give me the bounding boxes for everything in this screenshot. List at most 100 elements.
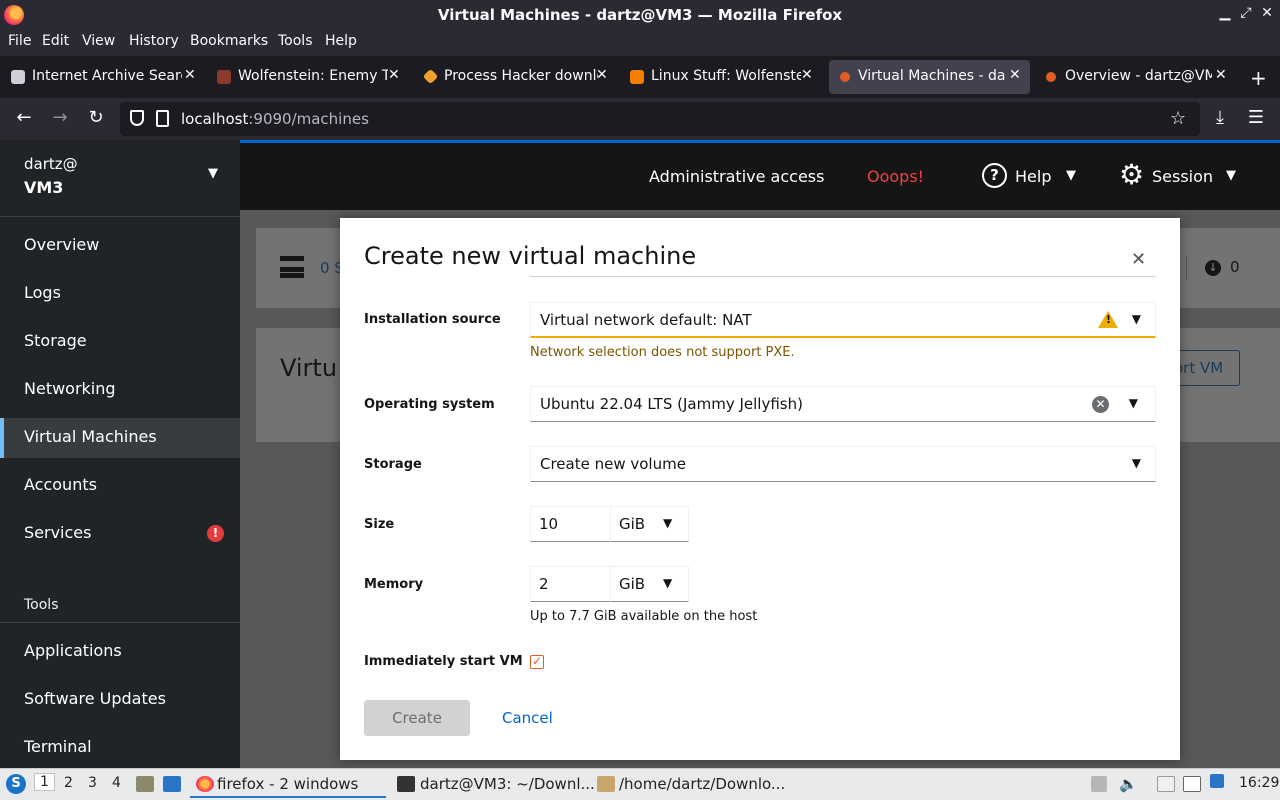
start-menu-icon[interactable]: S xyxy=(6,774,26,794)
close-tab-icon[interactable]: ✕ xyxy=(388,67,400,83)
chevron-down-icon[interactable]: ▼ xyxy=(1226,168,1236,183)
file-manager-icon[interactable] xyxy=(136,776,154,792)
minimize-icon[interactable]: ▁ xyxy=(1216,5,1234,21)
clipboard-icon[interactable] xyxy=(1157,776,1175,792)
session-menu[interactable]: Session xyxy=(1152,167,1213,186)
task-firefox[interactable]: firefox - 2 windows xyxy=(217,775,358,793)
tab-virtual-machines[interactable]: Virtual Machines - dart ✕ xyxy=(829,60,1030,94)
display-icon[interactable] xyxy=(1183,776,1201,792)
ooops-button[interactable]: Ooops! xyxy=(867,167,924,186)
workspace-4[interactable]: 4 xyxy=(112,775,121,791)
help-icon[interactable]: ? xyxy=(982,163,1007,188)
help-menu[interactable]: Help xyxy=(1015,167,1051,186)
chevron-down-icon[interactable]: ▼ xyxy=(1129,396,1138,410)
close-tab-icon[interactable]: ✕ xyxy=(801,67,813,83)
tab-internet-archive[interactable]: Internet Archive Searc ✕ xyxy=(2,60,206,94)
host-user: dartz@ xyxy=(24,155,78,173)
administrative-access-button[interactable]: Administrative access xyxy=(649,167,824,186)
divider xyxy=(1186,256,1187,280)
sidebar-item-networking[interactable]: Networking xyxy=(0,370,240,410)
storage-pool-icon xyxy=(280,256,304,278)
operating-system-value: Ubuntu 22.04 LTS (Jammy Jellyfish) xyxy=(540,395,803,413)
workspace-1[interactable]: 1 xyxy=(34,773,55,791)
restore-icon[interactable]: ⤢ xyxy=(1237,5,1255,21)
sidebar-item-terminal[interactable]: Terminal xyxy=(0,728,240,768)
close-tab-icon[interactable]: ✕ xyxy=(184,67,196,83)
host-name: VM3 xyxy=(24,178,64,197)
firefox-icon xyxy=(196,776,214,792)
operating-system-select[interactable]: Ubuntu 22.04 LTS (Jammy Jellyfish) ✕ ▼ xyxy=(530,386,1156,422)
cancel-button[interactable]: Cancel xyxy=(502,709,553,727)
new-tab-icon[interactable]: + xyxy=(1250,66,1267,90)
menu-tools[interactable]: Tools xyxy=(278,33,313,49)
page-info-icon[interactable] xyxy=(156,110,169,127)
start-vm-checkbox[interactable]: ✓ xyxy=(530,655,544,669)
update-notifier-icon[interactable] xyxy=(1210,774,1224,788)
tab-label: Overview - dartz@VM3 xyxy=(1065,68,1212,84)
tracking-protection-icon[interactable] xyxy=(130,110,144,126)
taskbar: S 1 2 3 4 firefox - 2 windows dartz@VM3:… xyxy=(0,768,1280,800)
memory-unit-select[interactable]: GiB ▼ xyxy=(610,567,689,602)
terminal-icon xyxy=(397,776,415,792)
sidebar-item-label: Logs xyxy=(24,283,61,302)
url-bar[interactable]: localhost:9090/machines ☆ xyxy=(120,102,1200,136)
sidebar-item-label: Terminal xyxy=(24,737,92,756)
sidebar-item-overview[interactable]: Overview xyxy=(0,226,240,266)
tab-label: Virtual Machines - dart xyxy=(858,68,1006,84)
task-file-manager[interactable]: /home/dartz/Downlo... xyxy=(619,775,785,793)
active-task-indicator xyxy=(190,796,386,798)
chevron-down-icon[interactable]: ▼ xyxy=(1066,168,1076,183)
show-desktop-icon[interactable] xyxy=(163,776,181,792)
reload-icon[interactable]: ↻ xyxy=(84,107,108,128)
clock[interactable]: 16:29 xyxy=(1239,775,1279,791)
clear-icon[interactable]: ✕ xyxy=(1092,396,1109,413)
installation-source-select[interactable]: Virtual network default: NAT ▼ xyxy=(530,302,1156,338)
close-tab-icon[interactable]: ✕ xyxy=(1009,67,1021,83)
menu-bookmarks[interactable]: Bookmarks xyxy=(190,33,268,49)
menu-file[interactable]: File xyxy=(8,33,31,49)
downloads-icon[interactable]: ⤓ xyxy=(1208,107,1232,128)
tray-up-icon[interactable] xyxy=(1091,776,1107,792)
vm-list-title: Virtu xyxy=(280,354,338,382)
menu-edit[interactable]: Edit xyxy=(42,33,69,49)
sidebar-item-software-updates[interactable]: Software Updates xyxy=(0,680,240,720)
task-terminal[interactable]: dartz@VM3: ~/Downl... xyxy=(420,775,595,793)
volume-icon[interactable]: 🔈 xyxy=(1119,775,1138,793)
back-icon[interactable]: ← xyxy=(12,107,36,128)
size-unit-value: GiB xyxy=(619,515,646,533)
tab-overview[interactable]: Overview - dartz@VM3 ✕ xyxy=(1035,60,1239,94)
sidebar-item-storage[interactable]: Storage xyxy=(0,322,240,362)
sidebar-item-logs[interactable]: Logs xyxy=(0,274,240,314)
menu-view[interactable]: View xyxy=(82,33,115,49)
app-menu-icon[interactable]: ☰ xyxy=(1244,107,1268,128)
bookmark-star-icon[interactable]: ☆ xyxy=(1170,108,1186,129)
size-input[interactable]: 10 xyxy=(539,515,558,533)
tab-linux-stuff[interactable]: Linux Stuff: Wolfenste ✕ xyxy=(621,60,825,94)
create-button[interactable]: Create xyxy=(364,700,470,736)
memory-unit-value: GiB xyxy=(619,575,646,593)
forward-icon[interactable]: → xyxy=(48,107,72,128)
sidebar-item-label: Storage xyxy=(24,331,87,350)
tab-process-hacker[interactable]: Process Hacker downlo ✕ xyxy=(414,60,618,94)
close-tab-icon[interactable]: ✕ xyxy=(596,67,608,83)
workspace-2[interactable]: 2 xyxy=(64,775,73,791)
memory-input[interactable]: 2 xyxy=(539,575,549,593)
close-window-icon[interactable]: ✕ xyxy=(1258,5,1276,21)
close-icon[interactable]: ✕ xyxy=(1131,249,1146,270)
host-switcher[interactable]: dartz@ VM3 ▼ xyxy=(0,140,240,217)
sidebar-item-accounts[interactable]: Accounts xyxy=(0,466,240,506)
arrow-down-circle-icon: ↓ xyxy=(1205,260,1221,276)
sidebar-item-services[interactable]: Services! xyxy=(0,514,240,554)
menu-help[interactable]: Help xyxy=(325,33,357,49)
sidebar-item-applications[interactable]: Applications xyxy=(0,632,240,672)
url-text[interactable]: localhost:9090/machines xyxy=(181,110,369,128)
tab-wolfenstein[interactable]: Wolfenstein: Enemy Te ✕ xyxy=(208,60,412,94)
workspace-3[interactable]: 3 xyxy=(88,775,97,791)
menu-history[interactable]: History xyxy=(129,33,179,49)
gear-icon[interactable]: ⚙ xyxy=(1119,160,1144,190)
close-tab-icon[interactable]: ✕ xyxy=(1215,67,1227,83)
size-unit-select[interactable]: GiB ▼ xyxy=(610,507,689,542)
create-vm-dialog: Create new virtual machine ✕ Installatio… xyxy=(340,218,1180,760)
storage-select[interactable]: Create new volume ▼ xyxy=(530,446,1156,482)
sidebar-item-virtual-machines[interactable]: Virtual Machines xyxy=(0,418,240,458)
